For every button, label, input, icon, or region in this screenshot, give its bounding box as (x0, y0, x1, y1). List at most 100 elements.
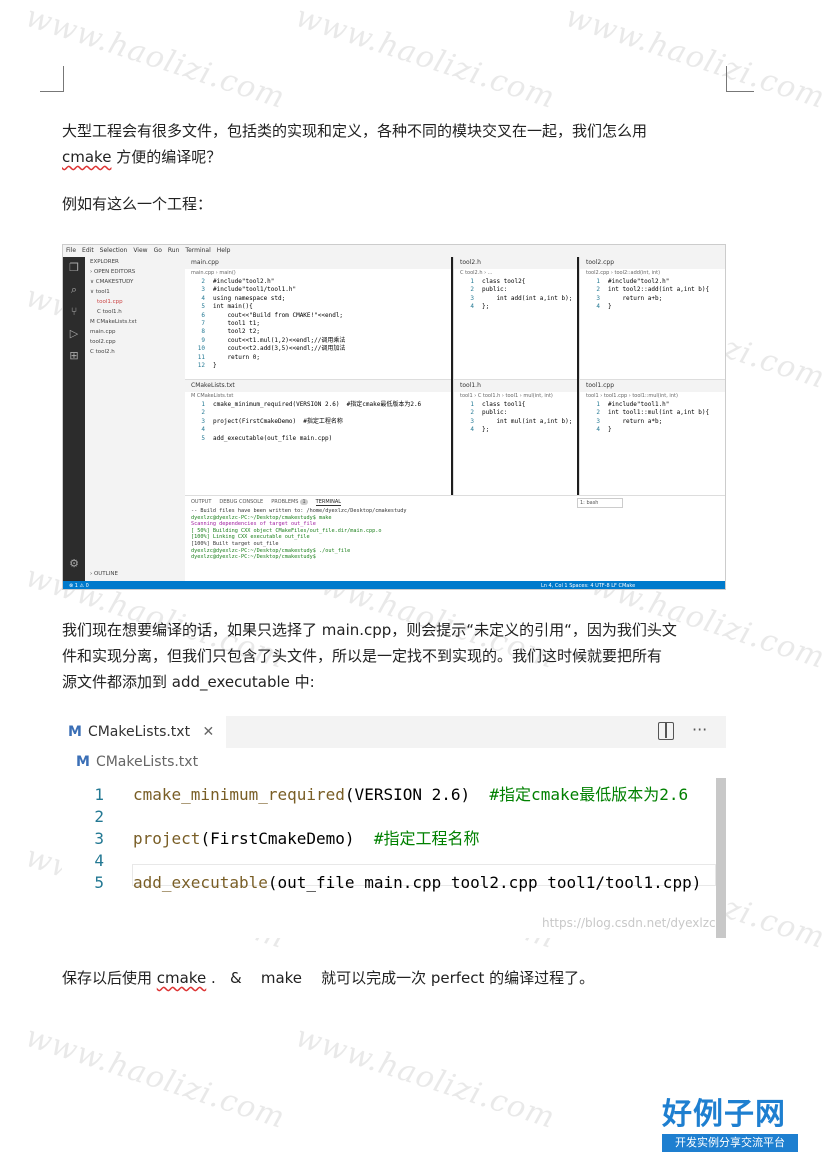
code-line: 2 public: (454, 286, 577, 294)
breadcrumb: tool1 › C tool1.h › tool1 › mul(int, int… (460, 393, 553, 399)
menu-item: Go (153, 247, 162, 254)
code-text: project(FirstCmakeDemo) #指定工程名称 (213, 417, 343, 425)
terminal-tab: PROBLEMS (271, 499, 299, 505)
code-tool2-h: 1 class tool2{2 public: 3 int add(int a,int… (454, 278, 577, 312)
line-number: 4 (596, 303, 600, 311)
editor-tool2-cpp: tool2.cpp tool2.cpp › tool2::add(int, in… (579, 257, 725, 379)
line-number: 9 (201, 336, 205, 344)
terminal-tabs: OUTPUT DEBUG CONSOLE PROBLEMS 1 TERMINAL 1: b… (185, 496, 725, 508)
close-icon[interactable]: ✕ (203, 724, 215, 740)
line-number: 3 (201, 417, 205, 425)
editor-tool1-cpp: tool1.cpp tool1 › tool1.cpp › tool1::mul… (579, 379, 725, 495)
terminal-line: -- Build files have been written to: /ho… (191, 508, 407, 514)
breadcrumb: M CMakeLists.txt (76, 754, 199, 770)
code-text: public: (482, 286, 508, 294)
gear-icon: ⚙ (69, 557, 79, 570)
scrollbar[interactable] (716, 778, 726, 938)
paragraph-conclusion: 保存以后使用 cmake . & make 就可以完成一次 perfect 的编… (62, 969, 595, 987)
terminal-line: Scanning dependencies of target out_file (191, 521, 316, 528)
line-number: 1 (470, 278, 474, 285)
code-text: return 0; (213, 353, 260, 361)
crop-mark-top-right (726, 66, 754, 92)
code-line: 1 #include"tool2.h" (580, 278, 725, 286)
explorer-item: C tool2.h (90, 349, 115, 355)
line-number: 2 (470, 286, 474, 294)
paragraph-example: 例如有这么一个工程： (62, 195, 213, 213)
ide-activity-bar: ❐ ⌕ ⑂ ▷ ⊞ ⚙ (63, 257, 85, 581)
terminal-line: dyexlzc@dyexlzc-PC:~/Desktop/cmakestudy$… (191, 514, 332, 521)
code-line: 4 using namespace std; (185, 295, 451, 303)
extensions-icon: ⊞ (69, 349, 79, 362)
line-number: 5 (94, 873, 104, 892)
code-comment: #指定工程名称 (373, 829, 480, 848)
terminal-panel: OUTPUT DEBUG CONSOLE PROBLEMS 1 TERMINAL 1: b… (185, 495, 725, 581)
code-line: 5 add_executable(out_file main.cpp tool2.… (62, 872, 726, 894)
tab-label: CMakeLists.txt (87, 724, 191, 740)
line-number: 2 (201, 409, 205, 417)
code-line: 1 cmake_minimum_required(VERSION 2.6) #指定… (62, 784, 726, 806)
more-actions-icon[interactable]: ··· (692, 720, 707, 739)
explorer-outline: › OUTLINE (90, 571, 118, 577)
code-line: 1 class tool1{ (454, 401, 577, 409)
paragraph-intro-line1: 大型工程会有很多文件，包括类的实现和定义，各种不同的模块交叉在一起，我们怎么用 (62, 122, 648, 140)
run-icon: ▷ (69, 327, 79, 340)
code-line: 1 #include"tool1.h" (580, 401, 725, 409)
code-tool2-cpp: 1 #include"tool2.h" 2 int tool2::add(int a,… (580, 278, 725, 312)
code-line: 3 return a*b; (580, 417, 725, 426)
code-text: int main(){ (213, 303, 253, 311)
code-line: 2 (185, 409, 451, 417)
line-number: 11 (197, 353, 205, 361)
code-line: 3 project(FirstCmakeDemo) #指定工程名称 (62, 828, 726, 850)
tab-cmakelists[interactable]: M CMakeLists.txt ✕ (62, 716, 227, 748)
word-cmake: cmake (156, 969, 207, 987)
terminal-line: [100%] Linking CXX executable out_file (191, 534, 310, 541)
line-number: 2 (94, 807, 104, 826)
line-number: 3 (470, 417, 474, 425)
terminal-tab: OUTPUT (191, 499, 212, 505)
line-number: 5 (201, 434, 205, 442)
breadcrumb: C tool2.h › ... (460, 270, 493, 276)
paragraph-explanation-line1: 我们现在想要编译的话，如果只选择了 main.cpp，则会提示“未定义的引用“，… (62, 621, 677, 639)
line-number: 3 (596, 417, 600, 425)
terminal-tab: TERMINAL (315, 499, 342, 506)
code-text: return a+b; (608, 294, 663, 302)
line-number: 2 (596, 286, 600, 294)
explorer-item: EXPLORER (90, 259, 119, 265)
code-line: 4 (185, 426, 451, 434)
cmake-command: project (133, 829, 201, 848)
paragraph-explanation-line3: 源文件都添加到 add_executable 中: (62, 673, 315, 691)
code-text: int tool1::mul(int a,int b){ (608, 409, 710, 417)
line-number: 4 (94, 851, 104, 870)
code-comment: #指定cmake最低版本为2.6 (489, 785, 689, 804)
explorer-item: tool2.cpp (90, 339, 116, 345)
code-text: int tool2::add(int a,int b){ (608, 286, 710, 294)
code-line: 12} (185, 362, 451, 370)
line-number: 4 (470, 303, 474, 311)
code-line: 2 int tool1::mul(int a,int b){ (580, 409, 725, 417)
code-line: 2 (62, 806, 726, 828)
code-text: #include"tool2.h" (213, 278, 275, 285)
code-line: 10 cout<<t2.add(3,5)<<endl;//调用加法 (185, 345, 451, 353)
code-text: } (608, 426, 612, 434)
code-text: #include"tool2.h" (608, 278, 670, 285)
code-line: 9 cout<<t1.mul(1,2)<<endl;//调用乘法 (185, 337, 451, 345)
split-editor-icon[interactable] (658, 722, 674, 740)
terminal-line: dyexlzc@dyexlzc-PC:~/Desktop/cmakestudy$… (191, 547, 351, 554)
code-text: return a*b; (608, 417, 663, 425)
logo-title: 好例子网 (662, 1097, 786, 1132)
cmakelists-screenshot: M CMakeLists.txt ✕ ··· M CMakeLists.txt 1c… (62, 716, 726, 938)
problems-count-badge: 1 (300, 499, 308, 505)
code-line: 2 int tool2::add(int a,int b){ (580, 286, 725, 294)
code-line: 4}; (454, 426, 577, 434)
status-right: Ln 4, Col 1 Spaces: 4 UTF-8 LF CMake (541, 583, 636, 589)
csdn-watermark: https://blog.csdn.net/dyexlzc (542, 916, 716, 930)
code-text: tool1 t1; (213, 320, 260, 328)
code-line: 3 return a+b; (580, 294, 725, 303)
line-number: 4 (470, 426, 474, 434)
line-number: 4 (201, 426, 205, 434)
code-line: 3 #include"tool1/tool1.h" (185, 286, 451, 294)
tab-tool1-cpp: tool1.cpp (580, 380, 725, 392)
terminal-tab: DEBUG CONSOLE (219, 499, 264, 505)
code-text: cout<<"Build from CMAKE!"<<endl; (213, 311, 344, 319)
line-number: 3 (470, 294, 474, 302)
